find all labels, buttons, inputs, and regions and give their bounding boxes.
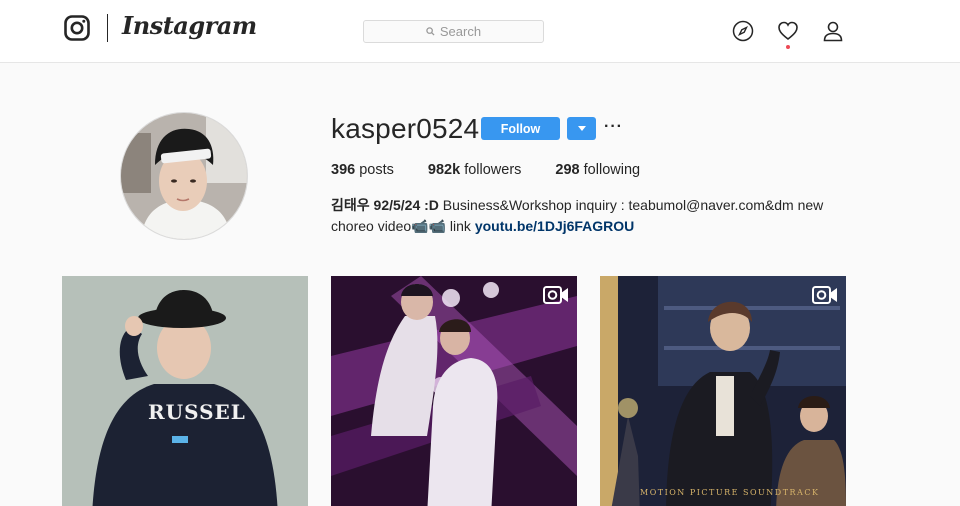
instagram-glyph-icon[interactable] (64, 15, 90, 41)
followers-label: followers (464, 162, 522, 178)
followers-count: 982k (427, 162, 461, 178)
suggestions-dropdown-button[interactable] (567, 117, 596, 140)
post-thumbnail-2[interactable] (331, 276, 577, 506)
following-stat[interactable]: 298 following (555, 162, 640, 178)
bio-link[interactable]: youtu.be/1DJj6FAGROU (475, 218, 634, 234)
posts-count: 396 (331, 162, 356, 178)
avatar[interactable] (120, 112, 248, 240)
profile-username: kasper0524 (331, 113, 480, 144)
profile-bio: 김태우 92/5/24 :D Business&Workshop inquiry… (331, 195, 841, 237)
video-camera-icon (812, 286, 837, 304)
post-1-caption: RUSSEL (148, 400, 246, 424)
post-thumbnail-3[interactable]: MOTION PICTURE SOUNDTRACK (600, 276, 846, 506)
bio-name: 김태우 92/5/24 :D (331, 197, 439, 213)
heart-icon[interactable] (777, 20, 799, 42)
caret-down-icon (577, 126, 586, 131)
profile-stats: 396 posts 982k followers 298 following (331, 162, 674, 178)
compass-icon[interactable] (732, 20, 754, 42)
video-camera-icon (543, 286, 568, 304)
user-icon[interactable] (822, 20, 844, 42)
more-options-button[interactable]: ··· (604, 117, 623, 137)
notification-dot (786, 45, 790, 49)
follow-button[interactable]: Follow (481, 117, 560, 140)
following-count: 298 (555, 162, 580, 178)
posts-stat: 396 posts (331, 162, 394, 178)
following-label: following (583, 162, 641, 178)
search-placeholder: Search (439, 24, 482, 39)
instagram-wordmark[interactable]: Instagram (122, 11, 257, 40)
search-input[interactable]: Search (363, 20, 544, 43)
post-thumbnail-1[interactable]: RUSSEL (62, 276, 308, 506)
logo-divider (107, 14, 108, 42)
posts-label: posts (359, 162, 394, 178)
post-3-caption: MOTION PICTURE SOUNDTRACK (640, 488, 820, 497)
search-icon (426, 27, 435, 36)
followers-stat[interactable]: 982k followers (428, 162, 522, 178)
top-nav: Instagram Search (0, 0, 960, 63)
